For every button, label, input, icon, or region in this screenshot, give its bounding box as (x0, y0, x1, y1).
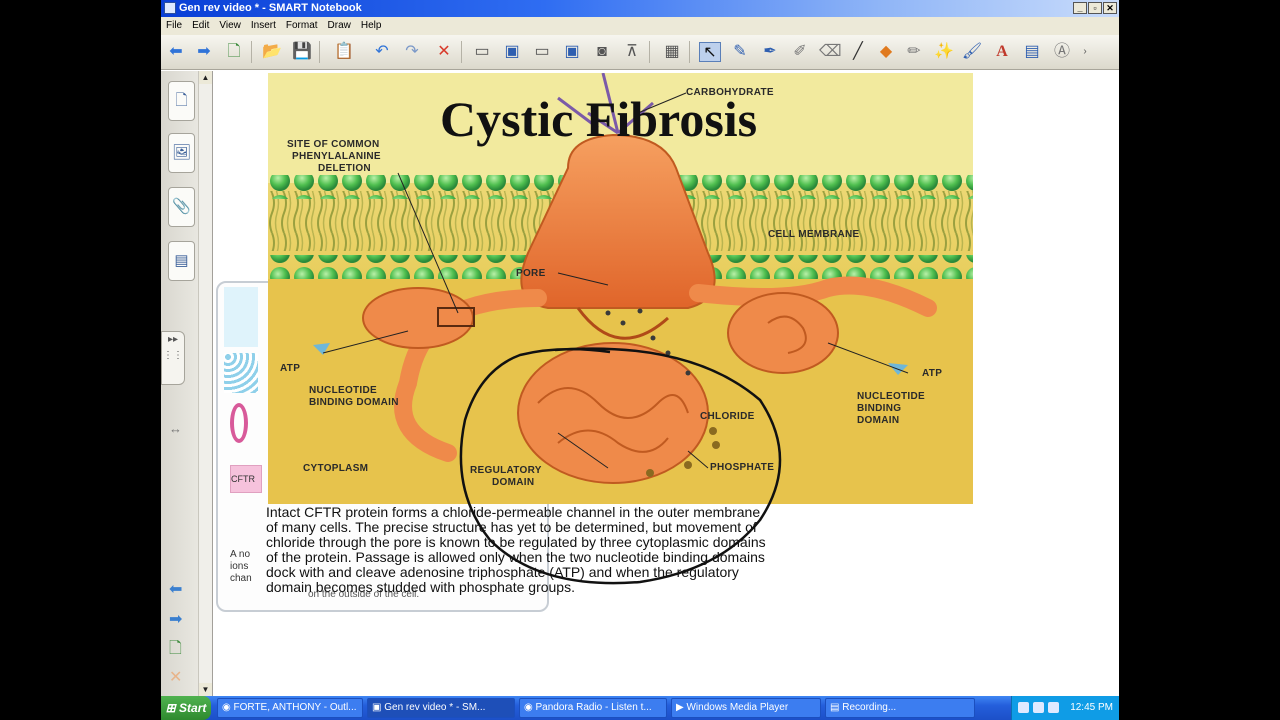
start-button[interactable]: ⊞ Start (161, 696, 211, 720)
label-regulatory-line1: REGULATORY (470, 465, 542, 476)
windows-taskbar: ⊞ Start ◉ FORTE, ANTHONY - Outl... ▣ Gen… (161, 696, 1119, 720)
system-tray: 12:45 PM (1011, 696, 1119, 720)
label-nbd-left-line2: BINDING DOMAIN (309, 397, 399, 408)
start-label: Start (179, 701, 207, 715)
caption-line: of the protein. Passage is allowed only … (266, 549, 765, 565)
tray-app-icon[interactable] (1048, 702, 1059, 713)
label-cytoplasm: CYTOPLASM (303, 463, 369, 474)
caption-line: chloride through the pore is known to be… (266, 534, 766, 550)
label-nbd-right-line3: DOMAIN (857, 415, 900, 426)
tray-network-icon[interactable] (1018, 702, 1029, 713)
label-regulatory-line2: DOMAIN (492, 477, 535, 488)
browser-icon: ◉ (524, 702, 533, 713)
slide-title[interactable]: Cystic Fibrosis (440, 90, 757, 148)
label-carbohydrate: CARBOHYDRATE (686, 87, 774, 98)
recorder-icon: ▤ (830, 702, 840, 713)
notebook-icon: ▣ (372, 702, 382, 713)
task-label: Pandora Radio - Listen t... (535, 702, 652, 713)
caption-line: Intact CFTR protein forms a chloride-per… (266, 504, 761, 520)
taskbar-item-media-player[interactable]: ▶ Windows Media Player (671, 698, 821, 718)
taskbar-item-pandora[interactable]: ◉ Pandora Radio - Listen t... (519, 698, 667, 718)
label-nbd-left-line1: NUCLEOTIDE (309, 385, 377, 396)
label-atp-right: ATP (922, 368, 943, 379)
caption-line: domain becomes studded with phosphate gr… (266, 579, 575, 595)
task-label: Gen rev video * - SM... (384, 702, 486, 713)
label-site-line2: PHENYLALANINE (292, 151, 381, 162)
label-cell-membrane: CELL MEMBRANE (768, 229, 860, 240)
figure-caption[interactable]: Intact CFTR protein forms a chloride-per… (266, 505, 976, 595)
taskbar-item-recording[interactable]: ▤ Recording... (825, 698, 975, 718)
label-site-line1: SITE OF COMMON (287, 139, 380, 150)
clock[interactable]: 12:45 PM (1070, 696, 1113, 720)
label-chloride: CHLORIDE (700, 411, 755, 422)
label-site-line3: DELETION (318, 163, 371, 174)
task-label: Windows Media Player (686, 702, 789, 713)
taskbar-item-outlook[interactable]: ◉ FORTE, ANTHONY - Outl... (217, 698, 363, 718)
caption-line: dock with and cleave adenosine triphosph… (266, 564, 739, 580)
task-label: FORTE, ANTHONY - Outl... (233, 702, 357, 713)
task-label: Recording... (842, 702, 897, 713)
taskbar-item-notebook[interactable]: ▣ Gen rev video * - SM... (367, 698, 515, 718)
label-nbd-right-line2: BINDING (857, 403, 902, 414)
outlook-icon: ◉ (222, 702, 231, 713)
caption-line: of many cells. The precise structure has… (266, 519, 757, 535)
label-atp-left: ATP (280, 363, 301, 374)
tray-volume-icon[interactable] (1033, 702, 1044, 713)
label-nbd-right-line1: NUCLEOTIDE (857, 391, 925, 402)
windows-flag-icon: ⊞ (165, 701, 176, 715)
label-pore: PORE (516, 268, 546, 279)
label-phosphate: PHOSPHATE (710, 462, 775, 473)
media-player-icon: ▶ (676, 702, 684, 713)
